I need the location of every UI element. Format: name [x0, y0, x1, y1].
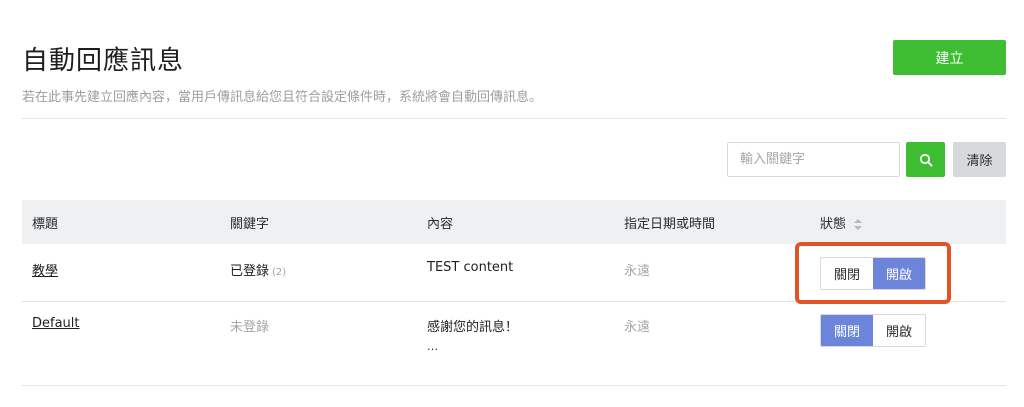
- row-title-link[interactable]: 教學: [32, 260, 58, 279]
- row-schedule: 永遠: [624, 264, 651, 279]
- row-content-more: …: [427, 340, 438, 353]
- sort-icon[interactable]: [854, 218, 863, 230]
- row-keyword: 已登錄 (2): [230, 260, 286, 279]
- row-content: 感謝您的訊息！: [427, 320, 519, 335]
- row-keyword-count: (2): [272, 267, 287, 278]
- search-input[interactable]: [727, 142, 900, 177]
- table-row: Default 未登錄 感謝您的訊息！ … 永遠 關閉 開啟: [22, 302, 1006, 386]
- toggle-off-option[interactable]: 關閉: [821, 315, 873, 346]
- create-button[interactable]: 建立: [893, 40, 1006, 75]
- column-header-schedule: 指定日期或時間: [624, 216, 716, 232]
- column-header-keyword: 關鍵字: [230, 216, 270, 232]
- column-header-title: 標題: [32, 216, 59, 232]
- column-header-status-label: 狀態: [820, 216, 847, 232]
- row-keyword-status: 已登錄: [230, 264, 270, 279]
- row-title-link[interactable]: Default: [32, 316, 80, 331]
- page-description: 若在此事先建立回應內容，當用戶傳訊息給您且符合設定條件時，系統將會自動回傳訊息。: [22, 90, 543, 105]
- column-header-status[interactable]: 狀態: [820, 213, 863, 232]
- highlight-annotation: [795, 242, 951, 304]
- table-header: 標題 關鍵字 內容 指定日期或時間 狀態: [22, 200, 1006, 244]
- row-schedule: 永遠: [624, 320, 651, 335]
- column-header-content: 內容: [427, 216, 454, 232]
- page-title: 自動回應訊息: [22, 46, 185, 76]
- search-icon: [919, 153, 933, 167]
- search-button[interactable]: [906, 142, 945, 177]
- row-keyword-status: 未登錄: [230, 320, 270, 335]
- status-toggle[interactable]: 關閉 開啟: [820, 314, 926, 347]
- row-content: TEST content: [427, 260, 514, 275]
- header-divider: [22, 118, 1006, 119]
- toggle-on-option[interactable]: 開啟: [873, 315, 925, 346]
- clear-button[interactable]: 清除: [953, 142, 1006, 177]
